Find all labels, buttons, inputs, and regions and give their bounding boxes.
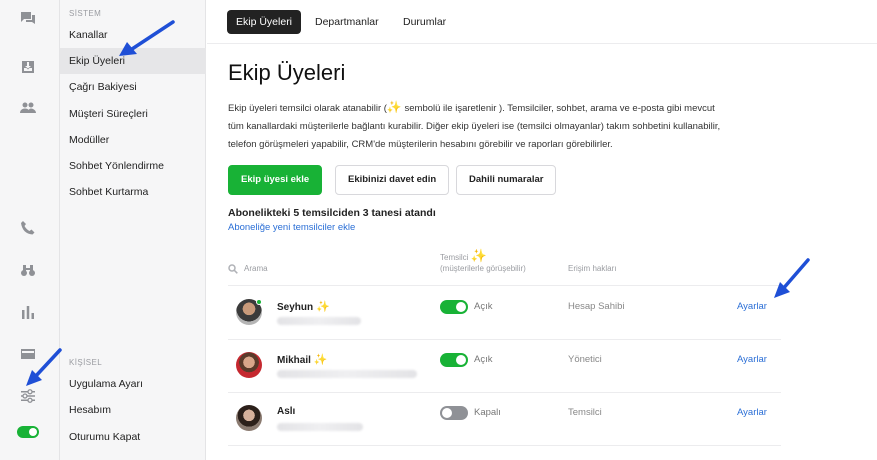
tab-statuses[interactable]: Durumlar — [394, 10, 455, 34]
inbox-icon[interactable] — [18, 57, 38, 77]
annotation-arrow-icon — [26, 348, 62, 386]
annotation-arrow-icon — [119, 20, 175, 56]
add-agents-link[interactable]: Aboneliğe yeni temsilciler ekle — [228, 222, 355, 233]
settings-link[interactable]: Ayarlar — [737, 407, 767, 418]
access-role: Yönetici — [568, 354, 602, 365]
member-name-text: Aslı — [277, 406, 296, 417]
member-name: Seyhun ✨ — [277, 300, 330, 313]
online-indicator — [256, 299, 262, 305]
column-header-agent-sub: (müşterilerle görüşebilir) — [440, 264, 526, 273]
page-description: Ekip üyeleri temsilci olarak atanabilir … — [228, 98, 728, 154]
sparkle-icon: ✨ — [313, 354, 328, 366]
subnav-item-app-settings[interactable]: Uygulama Ayarı — [60, 371, 206, 397]
avatar — [236, 352, 262, 378]
redacted-email — [277, 370, 417, 378]
member-name: Aslı — [277, 406, 295, 417]
subnav-item-chat-routing[interactable]: Sohbet Yönlendirme — [60, 153, 206, 179]
section-label-system: SİSTEM — [69, 9, 102, 18]
sparkle-icon: ✨ — [470, 248, 487, 263]
subscription-summary: Abonelikteki 5 temsilciden 3 tanesi atan… — [228, 207, 436, 219]
column-header-agent-label: Temsilci — [440, 253, 469, 262]
member-name-text: Seyhun — [277, 302, 314, 313]
tab-bar: Ekip Üyeleri Departmanlar Durumlar — [207, 0, 877, 44]
access-role: Temsilci — [568, 407, 602, 418]
subnav-item-logout[interactable]: Oturumu Kapat — [60, 424, 206, 450]
redacted-email — [277, 317, 361, 325]
agent-status: Açık — [474, 354, 493, 365]
section-label-personal: KİŞİSEL — [69, 358, 103, 367]
add-team-member-button[interactable]: Ekip üyesi ekle — [228, 165, 323, 195]
subnav-item-customer-processes[interactable]: Müşteri Süreçleri — [60, 101, 206, 127]
agent-toggle[interactable] — [440, 300, 468, 314]
redacted-email — [277, 423, 363, 431]
people-icon[interactable] — [18, 98, 38, 118]
table-row: Mikhail ✨ Açık Yönetici Ayarlar — [228, 340, 781, 393]
column-header-agent: Temsilci ✨ — [440, 248, 487, 264]
sparkle-icon: ✨ — [316, 301, 330, 313]
subnav-item-modules[interactable]: Modüller — [60, 127, 206, 153]
table-row: Seyhun ✨ Açık Hesap Sahibi Ayarlar — [228, 287, 781, 340]
column-header-access: Erişim hakları — [568, 264, 617, 273]
table-header: Arama Temsilci ✨ (müşterilerle görüşebil… — [228, 244, 781, 286]
invite-team-button[interactable]: Ekibinizi davet edin — [335, 165, 450, 195]
chat-icon[interactable] — [18, 8, 38, 28]
search-input[interactable]: Arama — [244, 264, 268, 273]
status-toggle-icon[interactable] — [17, 426, 39, 438]
subnav-item-my-account[interactable]: Hesabım — [60, 397, 206, 423]
member-name: Mikhail ✨ — [277, 353, 328, 366]
phone-icon[interactable] — [18, 218, 38, 238]
annotation-arrow-icon — [774, 258, 810, 298]
sparkle-icon: ✨ — [386, 100, 402, 114]
subnav-item-call-balance[interactable]: Çağrı Bakiyesi — [60, 74, 206, 100]
settings-subnav: SİSTEM Kanallar Ekip Üyeleri Çağrı Bakiy… — [60, 0, 206, 460]
tab-team-members[interactable]: Ekip Üyeleri — [227, 10, 302, 34]
settings-link[interactable]: Ayarlar — [737, 354, 767, 365]
extensions-button[interactable]: Dahili numaralar — [456, 165, 557, 195]
tab-departments[interactable]: Departmanlar — [306, 10, 388, 34]
icon-rail — [0, 0, 60, 460]
table-row: Aslı Kapalı Temsilci Ayarlar — [228, 393, 781, 446]
agent-toggle[interactable] — [440, 406, 468, 420]
avatar — [236, 405, 262, 431]
main-content: Ekip Üyeleri Departmanlar Durumlar Ekip … — [207, 0, 877, 460]
binoculars-icon[interactable] — [18, 260, 38, 280]
agent-status: Kapalı — [474, 407, 501, 418]
bar-chart-icon[interactable] — [18, 302, 38, 322]
settings-link[interactable]: Ayarlar — [737, 301, 767, 312]
page-title: Ekip Üyeleri — [228, 60, 346, 85]
member-name-text: Mikhail — [277, 355, 311, 366]
access-role: Hesap Sahibi — [568, 301, 625, 312]
agent-toggle[interactable] — [440, 353, 468, 367]
search-icon — [228, 263, 238, 274]
subnav-item-chat-recovery[interactable]: Sohbet Kurtarma — [60, 179, 206, 205]
agent-status: Açık — [474, 301, 493, 312]
description-text-1: Ekip üyeleri temsilci olarak atanabilir … — [228, 103, 387, 114]
